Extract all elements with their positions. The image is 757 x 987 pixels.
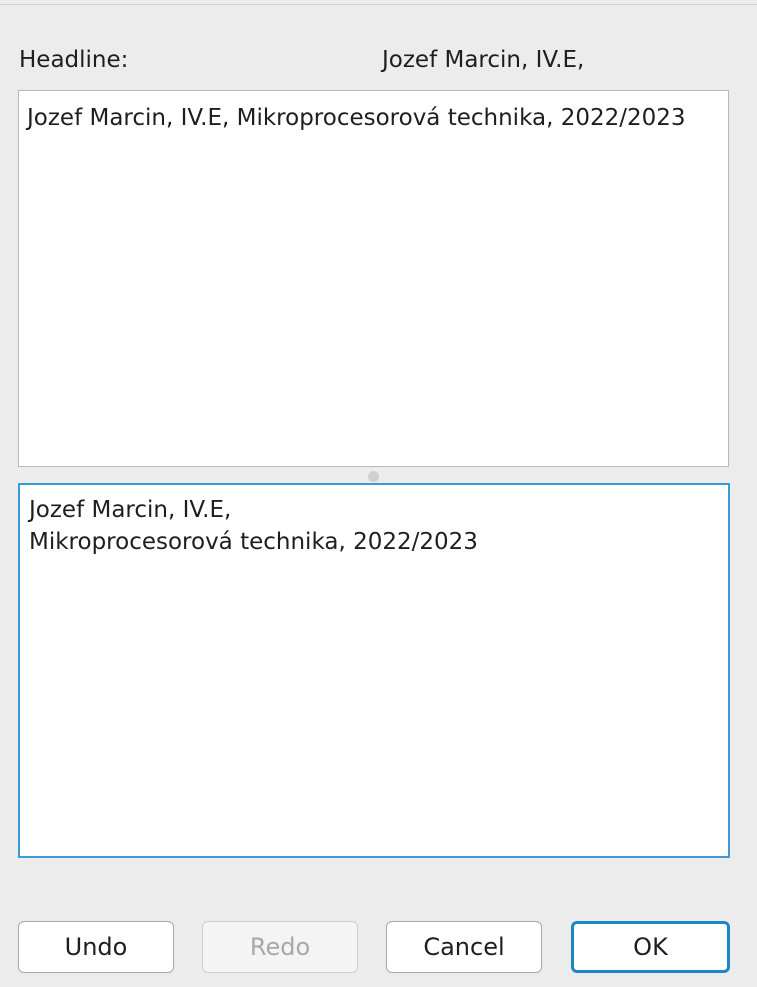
- undo-button[interactable]: Undo: [18, 921, 174, 973]
- ok-button[interactable]: OK: [571, 921, 730, 973]
- cancel-button[interactable]: Cancel: [386, 921, 542, 973]
- splitter-handle[interactable]: [368, 471, 379, 482]
- preview-text-area[interactable]: Jozef Marcin, IV.E, Mikroprocesorová tec…: [18, 90, 729, 467]
- headline-value: Jozef Marcin, IV.E,: [382, 47, 585, 73]
- headline-label: Headline:: [19, 47, 129, 73]
- edit-text-area[interactable]: Jozef Marcin, IV.E, Mikroprocesorová tec…: [18, 483, 730, 858]
- redo-button[interactable]: Redo: [202, 921, 358, 973]
- title-bar-edge: [0, 0, 757, 5]
